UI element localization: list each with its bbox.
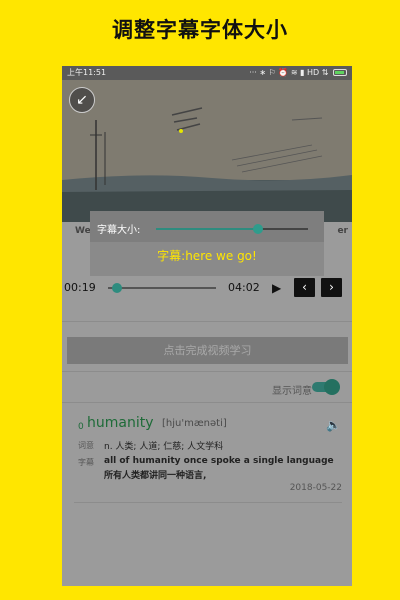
next-button[interactable]: › <box>321 278 342 297</box>
divider <box>74 502 342 503</box>
subtitle-size-row: 字幕大小: <box>90 211 324 242</box>
subtitle-size-fill <box>156 228 258 230</box>
subtitle-size-label: 字幕大小: <box>97 225 141 236</box>
progress-slider[interactable] <box>108 283 216 293</box>
back-arrow-icon: ↙ <box>76 92 88 108</box>
status-icon-glyphs: ··· ∗ ⚐ ⏰ ≋ ▮ HD ⇅ <box>249 68 329 77</box>
word-phonetic: [hju'mænəti] <box>162 418 227 429</box>
subtitle-label: 字幕 <box>78 458 94 467</box>
meaning-label: 词意 <box>78 441 94 450</box>
subtitle-size-panel: 字幕大小: 字幕:here we go! <box>90 211 324 276</box>
video-player[interactable]: ↙ <box>62 80 352 222</box>
behind-subtitle-right: er <box>337 226 348 236</box>
subtitle-size-thumb[interactable] <box>252 224 263 234</box>
play-button[interactable]: ▶ <box>272 281 281 295</box>
phone-screen: 上午11:51 ··· ∗ ⚐ ⏰ ≋ ▮ HD ⇅ ↙ We er 字幕大小: <box>62 66 352 586</box>
current-time: 00:19 <box>64 281 96 294</box>
word-meaning: n. 人类; 人道; 仁慈; 人文学科 <box>104 442 224 452</box>
subtitle-preview: 字幕:here we go! <box>157 249 257 263</box>
back-button[interactable]: ↙ <box>69 87 95 113</box>
progress-thumb[interactable] <box>111 283 122 293</box>
status-time: 上午11:51 <box>67 68 107 77</box>
status-bar: 上午11:51 ··· ∗ ⚐ ⏰ ≋ ▮ HD ⇅ <box>62 66 352 80</box>
speaker-icon[interactable]: 🔈 <box>326 418 341 432</box>
status-icons: ··· ∗ ⚐ ⏰ ≋ ▮ HD ⇅ <box>249 66 347 80</box>
previous-button[interactable]: ‹ <box>294 278 315 297</box>
chevron-left-icon: ‹ <box>302 280 307 294</box>
divider <box>62 402 352 403</box>
word-index: 0 <box>78 422 84 432</box>
word-card[interactable]: 0 humanity [hju'mænəti] 🔈 词意 n. 人类; 人道; … <box>74 415 342 505</box>
word-text: humanity <box>87 415 154 431</box>
player-controls: 00:19 04:02 ▶ ‹ › <box>62 276 352 300</box>
cursor-dot <box>179 129 183 133</box>
subtitle-english: all of humanity once spoke a single lang… <box>104 456 334 466</box>
behind-subtitle-left: We <box>75 226 91 236</box>
total-time: 04:02 <box>228 281 260 294</box>
battery-icon <box>333 69 347 76</box>
divider <box>62 371 352 372</box>
show-definition-label: 显示词意 <box>272 386 312 397</box>
chevron-right-icon: › <box>329 280 334 294</box>
subtitle-chinese: 所有人类都讲同一种语言, <box>104 471 207 481</box>
divider <box>62 321 352 322</box>
complete-study-button[interactable]: 点击完成视频学习 <box>67 337 348 364</box>
word-date: 2018-05-22 <box>289 483 342 493</box>
toggle-thumb <box>324 379 340 395</box>
promo-title: 调整字幕字体大小 <box>112 18 288 42</box>
subtitle-size-slider[interactable] <box>156 224 308 234</box>
video-frame <box>62 80 352 222</box>
